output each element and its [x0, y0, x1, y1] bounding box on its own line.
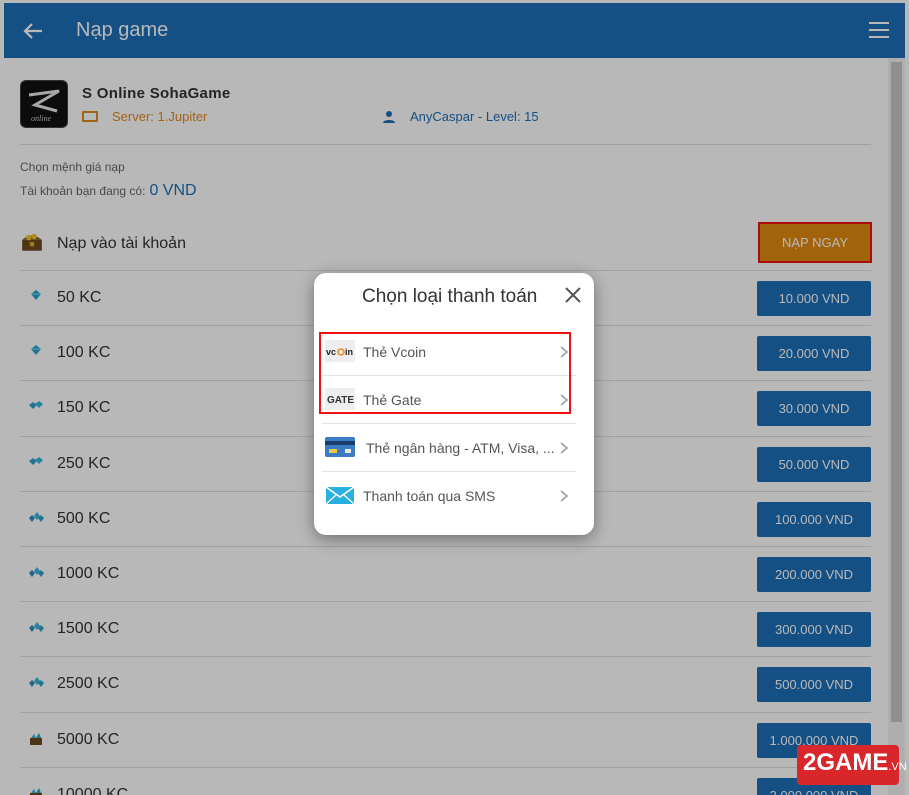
highlight-box: [319, 332, 571, 414]
watermark-text: 2GAME.VN: [803, 749, 907, 777]
option-bank-card[interactable]: Thẻ ngân hàng - ATM, Visa, ...: [322, 424, 576, 472]
option-sms[interactable]: Thanh toán qua SMS: [322, 472, 576, 519]
watermark: 2GAME.VN: [797, 745, 907, 785]
close-icon[interactable]: [564, 286, 582, 304]
option-label: Thanh toán qua SMS: [363, 488, 496, 504]
chevron-right-icon: [560, 490, 568, 502]
watermark-suffix: .VN: [888, 761, 907, 773]
watermark-brand: 2GAME: [803, 749, 889, 776]
sms-envelope-icon: [325, 486, 355, 505]
chevron-right-icon: [560, 442, 568, 454]
option-label: Thẻ ngân hàng - ATM, Visa, ...: [366, 440, 555, 456]
modal-title: Chọn loại thanh toán: [362, 286, 538, 307]
bank-card-icon: [325, 437, 355, 457]
